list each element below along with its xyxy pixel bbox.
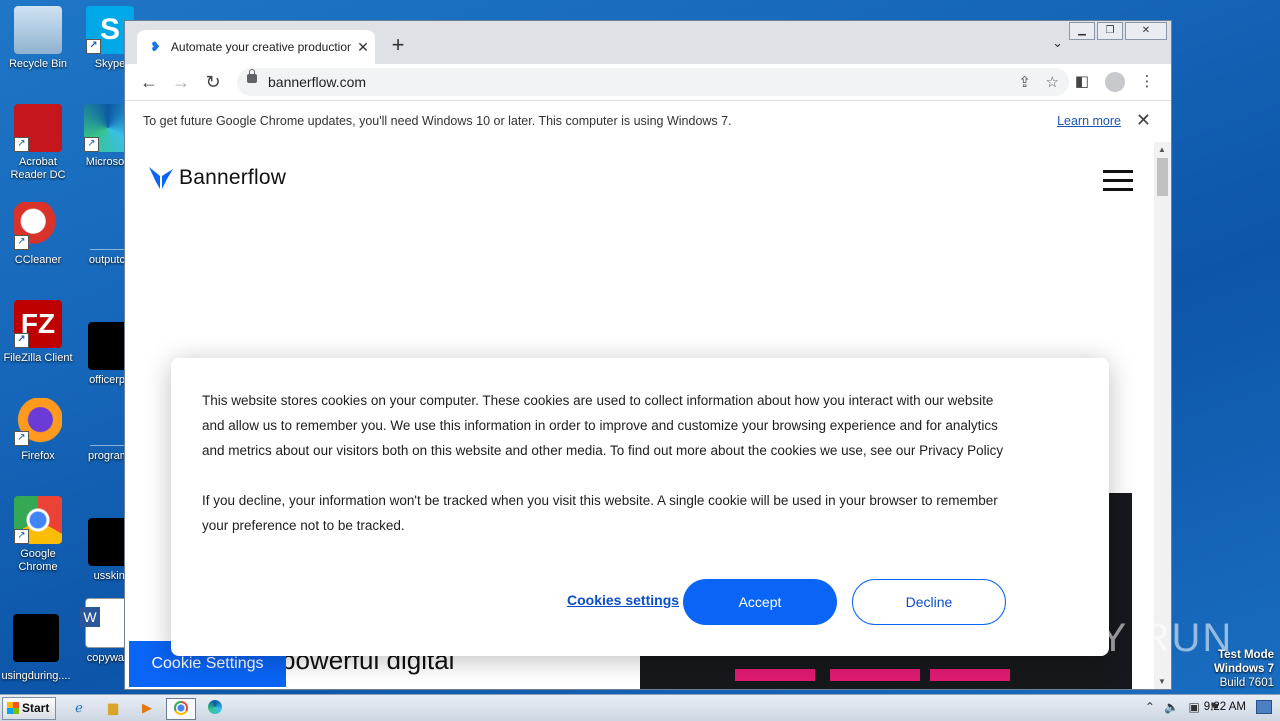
ccleaner-icon: ↗ bbox=[14, 202, 62, 250]
cookie-paragraph: If you decline, your information won't b… bbox=[202, 493, 998, 533]
test-mode-text: Test Mode bbox=[1217, 649, 1274, 661]
cookie-consent-banner: This website stores cookies on your comp… bbox=[171, 358, 1109, 656]
lock-icon bbox=[247, 69, 257, 83]
desktop-icon-usingduring[interactable]: usingduring.... bbox=[0, 604, 74, 683]
chrome-window: ▁ ❐ ✕ ❥ Automate your creative productio… bbox=[124, 20, 1172, 690]
new-tab-button[interactable]: + bbox=[385, 33, 411, 59]
scroll-down-icon[interactable]: ▼ bbox=[1158, 677, 1166, 686]
address-bar[interactable]: bannerflow.com ⇪ ☆ bbox=[237, 68, 1069, 96]
anyrun-watermark: ANY RUN bbox=[1040, 616, 1234, 660]
desktop-icon-label: FileZilla Client bbox=[3, 352, 73, 364]
network-icon[interactable]: ▣ bbox=[1189, 700, 1200, 714]
desktop-icon-label: usingduring.... bbox=[1, 670, 71, 682]
show-desktop-button[interactable] bbox=[1256, 700, 1272, 714]
start-label: Start bbox=[22, 701, 50, 715]
hero-image-detail bbox=[930, 669, 1010, 681]
filezilla-icon: FZ ↗ bbox=[14, 300, 62, 348]
os-text: Windows 7 bbox=[1214, 663, 1274, 675]
brand-name: Bannerflow bbox=[179, 166, 287, 189]
internet-explorer-icon[interactable]: ℯ bbox=[68, 698, 90, 718]
desktop-icon-label: CCleaner bbox=[14, 254, 62, 266]
scroll-thumb[interactable] bbox=[1157, 158, 1168, 196]
window-controls: ▁ ❐ ✕ bbox=[1067, 22, 1167, 40]
clock[interactable]: 9:22 AM bbox=[1204, 701, 1246, 713]
restore-button[interactable]: ❐ bbox=[1097, 22, 1123, 40]
infobar-message: To get future Google Chrome updates, you… bbox=[143, 114, 732, 128]
tab-search-chevron-icon[interactable]: ⌄ bbox=[1052, 35, 1063, 51]
bannerflow-logo[interactable]: Bannerflow bbox=[147, 164, 286, 192]
minimize-button[interactable]: ▁ bbox=[1069, 22, 1095, 40]
back-arrow-icon[interactable]: ← bbox=[135, 68, 163, 96]
toolbar: ← → ↻ bannerflow.com ⇪ ☆ ◧ ⋮ bbox=[125, 64, 1171, 100]
acrobat-icon: ↗ bbox=[14, 104, 62, 152]
desktop-icon-recycle-bin[interactable]: Recycle Bin bbox=[0, 6, 76, 71]
taskbar: Start ℯ ▆ ▶ ⌃ 🔈 ▣ ⚑ 9:22 AM bbox=[0, 694, 1280, 721]
cookie-text: This website stores cookies on your comp… bbox=[202, 388, 1012, 563]
scroll-up-icon[interactable]: ▲ bbox=[1158, 145, 1166, 154]
start-button[interactable]: Start bbox=[2, 697, 56, 720]
desktop-icon-label: Acrobat Reader DC bbox=[10, 156, 66, 181]
update-infobar: To get future Google Chrome updates, you… bbox=[125, 100, 1171, 143]
hero-image-detail bbox=[830, 669, 920, 681]
file-icon bbox=[13, 614, 59, 662]
infobar-close-icon[interactable]: ✕ bbox=[1136, 110, 1151, 131]
share-icon[interactable]: ⇪ bbox=[1018, 73, 1031, 91]
firefox-icon: ↗ bbox=[14, 398, 62, 446]
chrome-icon: ↗ bbox=[14, 496, 62, 544]
page-viewport: Bannerflow powerful digital Cookie Setti… bbox=[125, 142, 1154, 689]
media-player-icon[interactable]: ▶ bbox=[136, 698, 158, 718]
tab-active[interactable]: ❥ Automate your creative production ✕ bbox=[137, 30, 375, 64]
explorer-folder-icon[interactable]: ▆ bbox=[102, 698, 124, 718]
decline-button[interactable]: Decline bbox=[852, 579, 1006, 625]
windows-flag-icon bbox=[7, 702, 19, 714]
profile-avatar-icon[interactable] bbox=[1101, 68, 1129, 96]
bannerflow-logo-icon bbox=[149, 167, 173, 189]
build-text: Build 7601 bbox=[1219, 677, 1274, 689]
page-scrollbar[interactable]: ▲ ▼ bbox=[1154, 142, 1171, 689]
desktop-icon-acrobat[interactable]: ↗ Acrobat Reader DC bbox=[0, 104, 76, 182]
bookmark-star-icon[interactable]: ☆ bbox=[1046, 73, 1059, 91]
close-tab-icon[interactable]: ✕ bbox=[351, 39, 375, 56]
tray-expand-icon[interactable]: ⌃ bbox=[1145, 700, 1155, 714]
test-mode-label: Test Mode Windows 7 Build 7601 bbox=[1214, 648, 1274, 690]
reload-icon[interactable]: ↻ bbox=[199, 68, 227, 96]
tab-title: Automate your creative production bbox=[170, 40, 351, 54]
desktop-icon-label: Recycle Bin bbox=[8, 58, 68, 70]
close-window-button[interactable]: ✕ bbox=[1125, 22, 1167, 40]
chrome-taskbar-icon[interactable] bbox=[166, 698, 196, 720]
hamburger-menu-icon[interactable] bbox=[1103, 170, 1133, 197]
hero-image-detail bbox=[735, 669, 815, 681]
desktop-icon-label: Google Chrome bbox=[18, 548, 58, 573]
edge-taskbar-icon[interactable] bbox=[204, 698, 226, 718]
accept-button[interactable]: Accept bbox=[683, 579, 837, 625]
recycle-bin-icon bbox=[14, 6, 62, 54]
menu-kebab-icon[interactable]: ⋮ bbox=[1133, 68, 1161, 96]
cookie-paragraph: This website stores cookies on your comp… bbox=[202, 393, 1004, 458]
bannerflow-favicon-icon: ❥ bbox=[150, 39, 161, 54]
forward-arrow-icon[interactable]: → bbox=[167, 68, 195, 96]
desktop-icon-label: Firefox bbox=[21, 450, 55, 462]
desktop-icon-filezilla[interactable]: FZ ↗ FileZilla Client bbox=[0, 300, 76, 365]
desktop-icon-ccleaner[interactable]: ↗ CCleaner bbox=[0, 202, 76, 267]
url-text[interactable]: bannerflow.com bbox=[268, 74, 366, 90]
desktop-icon-chrome[interactable]: ↗ Google Chrome bbox=[0, 496, 76, 574]
desktop-icon-firefox[interactable]: ↗ Firefox bbox=[0, 398, 76, 463]
side-panel-icon[interactable]: ◧ bbox=[1068, 68, 1096, 96]
volume-icon[interactable]: 🔈 bbox=[1164, 700, 1179, 714]
cookies-settings-link[interactable]: Cookies settings bbox=[567, 592, 679, 608]
learn-more-link[interactable]: Learn more bbox=[1057, 114, 1121, 128]
